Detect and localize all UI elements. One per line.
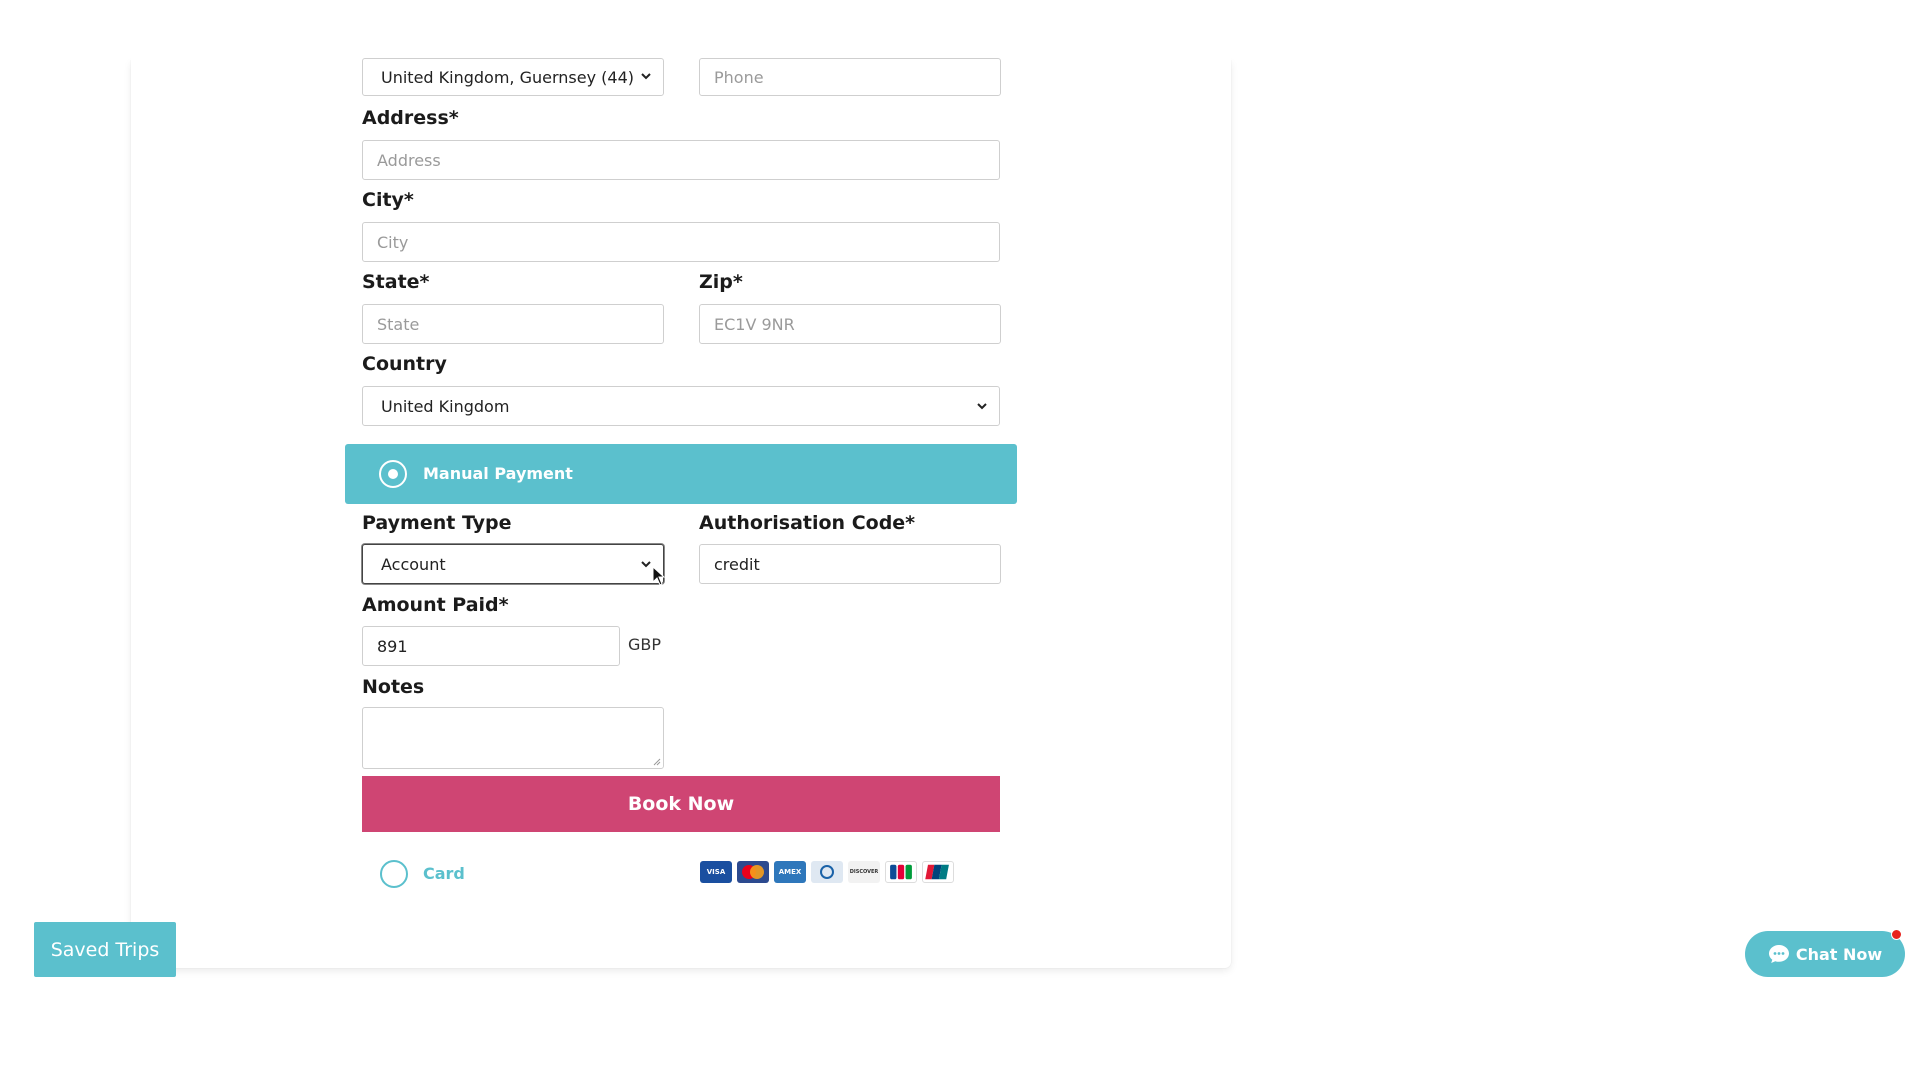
book-now-button[interactable]: Book Now [362, 776, 1000, 832]
address-label: Address* [362, 107, 459, 129]
amount-paid-value: 891 [377, 636, 408, 656]
zip-placeholder: EC1V 9NR [714, 314, 795, 334]
discover-icon: DISCOVER [848, 861, 880, 883]
amex-icon: AMEX [774, 861, 806, 883]
payment-type-label: Payment Type [362, 512, 512, 534]
city-placeholder: City [377, 232, 409, 252]
saved-trips-button[interactable]: Saved Trips [34, 922, 176, 977]
manual-payment-label: Manual Payment [423, 464, 573, 483]
phone-country-value: United Kingdom, Guernsey (44) [381, 67, 634, 87]
visa-icon: VISA [700, 861, 732, 883]
card-payment-radio[interactable] [380, 860, 408, 888]
zip-field[interactable]: EC1V 9NR [699, 304, 1001, 344]
authorisation-code-label: Authorisation Code* [699, 512, 916, 534]
payment-type-select[interactable]: Account [362, 544, 664, 584]
jcb-stripes [890, 864, 912, 880]
amount-paid-label: Amount Paid* [362, 594, 509, 616]
address-field[interactable]: Address [362, 140, 1000, 180]
resize-grip-icon[interactable] [653, 758, 661, 766]
mastercard-circles [742, 865, 764, 879]
notes-textarea[interactable] [362, 707, 664, 769]
mastercard-icon [737, 861, 769, 883]
currency-label: GBP [628, 635, 662, 654]
state-field[interactable]: State [362, 304, 664, 344]
city-field[interactable]: City [362, 222, 1000, 262]
authorisation-code-value: credit [714, 554, 760, 574]
chat-now-button[interactable]: Chat Now [1745, 931, 1905, 977]
notification-dot [1891, 929, 1902, 940]
unionpay-icon [922, 861, 954, 883]
chevron-down-icon [641, 561, 651, 568]
diners-icon [811, 861, 843, 883]
amount-paid-field[interactable]: 891 [362, 626, 620, 666]
phone-field[interactable]: Phone [699, 58, 1001, 96]
manual-payment-radio[interactable] [379, 460, 407, 488]
card-brand-icons: VISA AMEX DISCOVER [700, 861, 954, 883]
phone-placeholder: Phone [714, 67, 764, 87]
chevron-down-icon [641, 73, 651, 80]
state-placeholder: State [377, 314, 420, 334]
authorisation-code-field[interactable]: credit [699, 544, 1001, 584]
card-payment-label: Card [423, 864, 465, 883]
diners-circle [820, 865, 834, 879]
notes-label: Notes [362, 676, 425, 698]
chat-now-label: Chat Now [1795, 944, 1883, 964]
city-label: City* [362, 189, 414, 211]
unionpay-stripes [925, 864, 949, 880]
mouse-cursor-icon [652, 566, 666, 586]
zip-label: Zip* [699, 271, 743, 293]
country-value: United Kingdom [381, 396, 510, 416]
payment-type-value: Account [381, 554, 446, 574]
radio-selected-dot [388, 469, 398, 479]
country-select[interactable]: United Kingdom [362, 386, 1000, 426]
state-label: State* [362, 271, 430, 293]
jcb-icon [885, 861, 917, 883]
chat-bubble-icon [1768, 945, 1789, 963]
manual-payment-option[interactable]: Manual Payment [345, 444, 1017, 504]
address-placeholder: Address [377, 150, 441, 170]
chevron-down-icon [977, 403, 987, 410]
country-label: Country [362, 353, 447, 375]
phone-country-select[interactable]: United Kingdom, Guernsey (44) [362, 58, 664, 96]
